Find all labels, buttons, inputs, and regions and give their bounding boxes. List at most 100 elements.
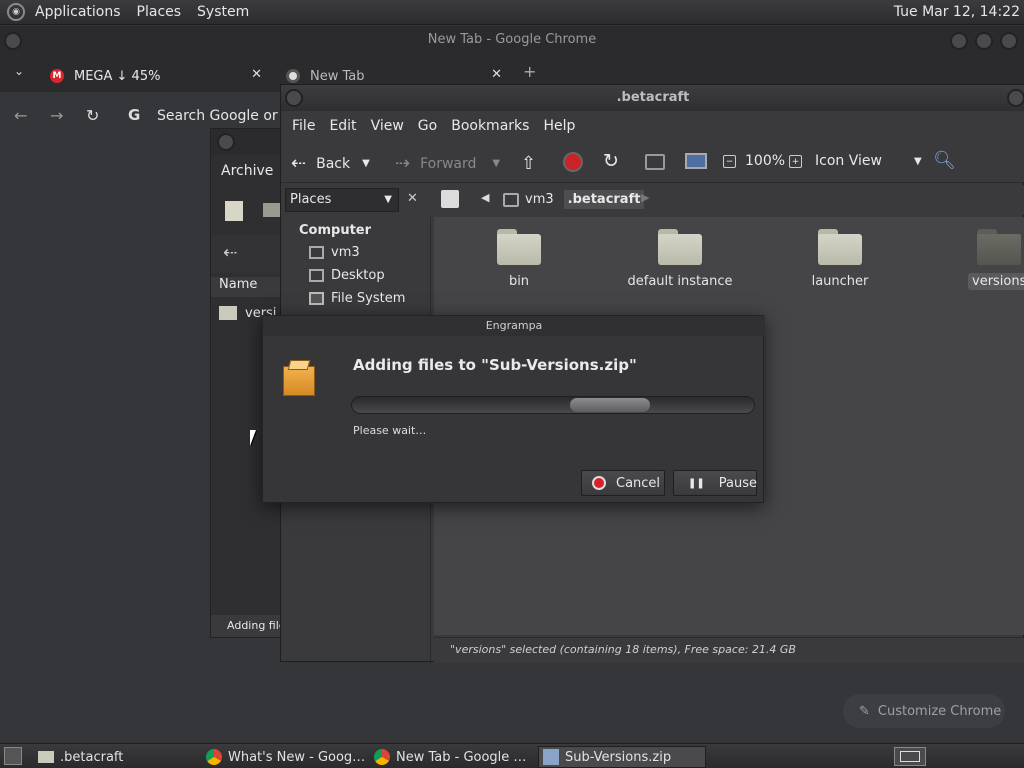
close-window-icon[interactable] <box>1000 32 1018 50</box>
file-manager-titlebar: .betacraft <box>281 85 1024 111</box>
customize-chrome-label: Customize Chrome <box>877 703 1002 719</box>
sidebar-item-vm3[interactable]: vm3 <box>309 245 360 260</box>
status-text: "versions" selected (containing 18 items… <box>450 643 796 656</box>
computer-icon[interactable] <box>685 153 707 169</box>
progress-bar <box>351 396 755 414</box>
chevron-down-icon[interactable]: ▼ <box>362 158 370 169</box>
back-arrow-icon[interactable]: ⇠ <box>223 243 237 263</box>
tab-label: MEGA ↓ 45% <box>74 68 161 84</box>
sidebar-item-desktop[interactable]: Desktop <box>309 268 385 283</box>
search-icon[interactable]: 🔍︎ <box>933 150 956 171</box>
workspace-icon <box>900 751 920 762</box>
taskbar-item-betacraft[interactable]: .betacraft <box>34 746 200 768</box>
reload-icon[interactable]: ↻ <box>86 106 99 125</box>
view-mode-label: Icon View <box>815 153 882 169</box>
folder-item-versions[interactable]: versions <box>968 229 1024 290</box>
view-mode-select[interactable]: Icon View ▼ <box>815 153 922 169</box>
breadcrumb-item-vm3[interactable]: vm3 <box>525 192 554 207</box>
chevron-down-icon: ▼ <box>913 155 922 167</box>
workspace-switcher[interactable] <box>894 747 926 766</box>
google-g-icon: G <box>128 106 141 124</box>
chrome-icon <box>374 749 390 765</box>
minimize-icon[interactable] <box>950 32 968 50</box>
tab-close-icon[interactable]: ✕ <box>251 67 262 82</box>
dialog-titlebar: Engrampa <box>263 316 765 336</box>
maximize-icon[interactable] <box>975 32 993 50</box>
back-button[interactable]: ⇠ Back ▼ <box>291 153 370 174</box>
panel-menu-system[interactable]: System <box>189 4 257 20</box>
minimize-icon[interactable] <box>1007 89 1024 107</box>
customize-chrome-button[interactable]: ✎ Customize Chrome <box>843 694 1005 728</box>
cancel-button[interactable]: Cancel <box>581 470 665 496</box>
panel-menu-applications[interactable]: Applications <box>27 4 129 20</box>
zoom-out-icon[interactable]: − <box>723 155 736 168</box>
menu-view[interactable]: View <box>364 118 411 134</box>
new-archive-icon[interactable] <box>225 201 243 221</box>
dialog-status-text: Please wait… <box>353 424 427 437</box>
folder-icon <box>38 751 54 763</box>
dialog-heading: Adding files to "Sub-Versions.zip" <box>353 356 637 374</box>
forward-button[interactable]: ⇢ Forward ▼ <box>395 153 500 174</box>
menu-edit[interactable]: Edit <box>322 118 363 134</box>
menu-file[interactable]: File <box>285 118 322 134</box>
panel-menu-places[interactable]: Places <box>129 4 190 20</box>
breadcrumb: vm3 .betacraft <box>503 190 645 209</box>
progress-pulse <box>570 398 650 412</box>
breadcrumb-item-betacraft[interactable]: .betacraft <box>563 190 645 209</box>
folder-item-bin[interactable]: bin <box>449 229 589 290</box>
zoom-level[interactable]: 100% <box>745 153 785 169</box>
forward-arrow-icon[interactable]: → <box>50 106 63 125</box>
column-header-name[interactable]: Name <box>211 277 291 297</box>
forward-label: Forward <box>420 155 477 172</box>
sidebar-item-label: File System <box>331 291 406 306</box>
breadcrumb-left-arrow-icon[interactable]: ◀ <box>481 191 489 204</box>
edit-location-icon[interactable] <box>441 190 459 208</box>
archive-locationbar: ⇠ <box>211 235 291 273</box>
back-label: Back <box>316 155 351 172</box>
menu-go[interactable]: Go <box>411 118 444 134</box>
archive-menu[interactable]: Archive <box>211 163 291 179</box>
window-menu-icon[interactable] <box>217 133 235 151</box>
new-tab-button[interactable]: + <box>523 62 536 81</box>
zoom-in-icon[interactable]: + <box>789 155 802 168</box>
mate-logo-icon[interactable]: ◉ <box>7 3 25 21</box>
tab-search-chevron-icon[interactable]: ⌄ <box>14 64 24 78</box>
sidebar-item-file-system[interactable]: File System <box>309 291 405 306</box>
stop-icon[interactable] <box>563 152 583 172</box>
folder-item-launcher[interactable]: launcher <box>770 229 910 290</box>
taskbar-item-sub-versions[interactable]: Sub-Versions.zip <box>538 746 706 768</box>
sidebar-selector[interactable]: Places ▼ <box>285 188 399 212</box>
menu-help[interactable]: Help <box>536 118 582 134</box>
pause-button[interactable]: ❚❚ Pause <box>673 470 757 496</box>
tab-mega[interactable]: M MEGA ↓ 45% ✕ <box>40 60 272 92</box>
close-sidebar-icon[interactable]: ✕ <box>407 191 418 206</box>
forward-arrow-icon: ⇢ <box>395 153 411 174</box>
reload-icon[interactable]: ↻ <box>603 150 619 172</box>
window-menu-icon[interactable] <box>4 32 22 50</box>
show-desktop-icon[interactable] <box>4 747 22 765</box>
sidebar-section-computer: Computer <box>299 223 372 238</box>
taskbar-item-new-tab[interactable]: New Tab - Google … <box>370 746 536 768</box>
pause-label: Pause <box>718 475 757 491</box>
tab-close-icon[interactable]: ✕ <box>491 67 502 82</box>
back-arrow-icon: ⇠ <box>291 153 307 174</box>
back-arrow-icon[interactable]: ← <box>14 106 27 125</box>
home-icon[interactable] <box>645 154 665 170</box>
panel-clock[interactable]: Tue Mar 12, 14:22 <box>894 4 1020 20</box>
chevron-down-icon[interactable]: ▼ <box>492 158 500 169</box>
omnibox-input[interactable]: Search Google or ty <box>157 108 296 124</box>
breadcrumb-right-arrow-icon[interactable]: ▶ <box>641 191 649 204</box>
file-manager-toolbar: ⇠ Back ▼ ⇢ Forward ▼ ⇧ ↻ − 100% + Icon V… <box>281 141 1024 183</box>
archive-toolbar <box>211 191 291 229</box>
chevron-down-icon: ▼ <box>384 194 392 205</box>
chrome-titlebar: New Tab - Google Chrome <box>0 26 1024 56</box>
folder-icon <box>219 306 237 320</box>
up-arrow-icon[interactable]: ⇧ <box>521 153 536 174</box>
menu-bookmarks[interactable]: Bookmarks <box>444 118 536 134</box>
folder-item-default-instance[interactable]: default instance <box>610 229 750 290</box>
window-menu-icon[interactable] <box>285 89 303 107</box>
taskbar-item-whats-new[interactable]: What's New - Goog… <box>202 746 368 768</box>
stop-icon <box>592 476 606 490</box>
drive-icon <box>309 292 324 305</box>
folder-label: launcher <box>811 274 869 289</box>
